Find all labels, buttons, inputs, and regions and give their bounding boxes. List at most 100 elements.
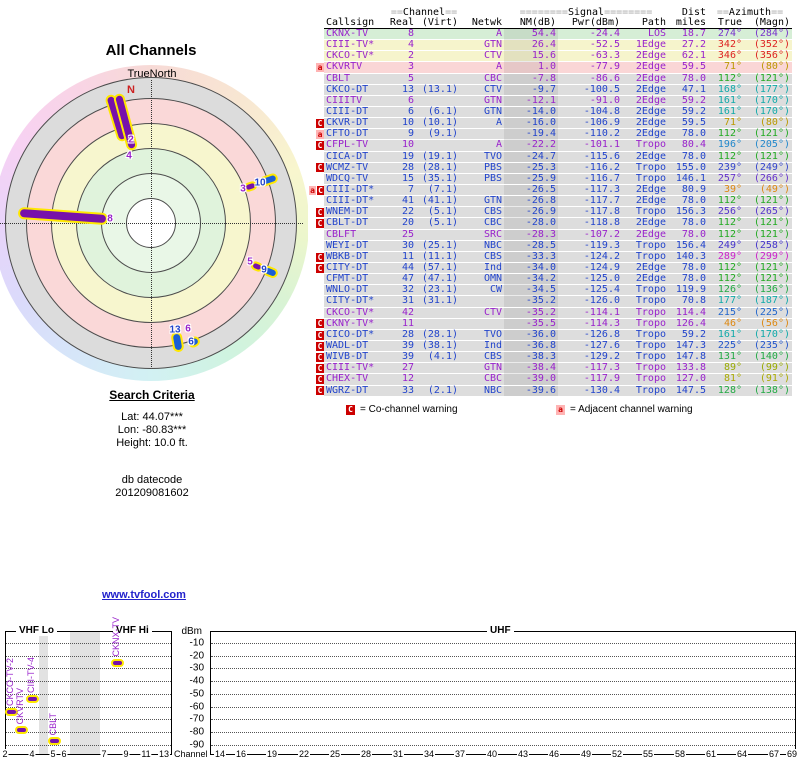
cell-callsign: WCMZ-TV: [326, 161, 369, 173]
cell-nm-db: -39.6: [504, 385, 558, 396]
criteria-lat: Lat: 44.07***: [121, 411, 183, 423]
cell-real: 6: [407, 105, 414, 117]
cell-pwr-dbm: -63.3: [589, 50, 620, 62]
cell-real: 44: [401, 261, 414, 273]
cell-real: 20: [401, 217, 414, 229]
channel-tick-label: 16: [234, 749, 248, 759]
co-channel-badge: C: [316, 341, 324, 351]
gridline: [211, 744, 795, 746]
co-channel-badge: C: [317, 185, 324, 195]
co-channel-badge: C: [316, 219, 324, 229]
adjacent-channel-badge: a: [316, 130, 324, 140]
channel-tick-label: 31: [391, 749, 405, 759]
cell-path: Tropo: [635, 339, 666, 351]
cell-callsign: WIVB-DT: [326, 351, 369, 363]
search-criteria: Search Criteria Lat: 44.07*** Lon: -80.8…: [52, 388, 252, 500]
cell-callsign: WNLO-DT: [326, 284, 369, 296]
cell-virt: (10.1): [421, 117, 458, 129]
cell-pwr-dbm: -118.8: [583, 217, 620, 229]
cell-virt: (23.1): [421, 284, 458, 296]
cell-virt: (25.1): [421, 239, 458, 251]
cell-real: 10: [401, 117, 414, 129]
co-channel-badge: C: [316, 363, 324, 373]
cell-azimuth-true: 239°: [717, 161, 742, 173]
warning-cell: [308, 240, 324, 252]
cell-nm-db: -14.0: [504, 106, 558, 118]
cell-netwk: CTV: [483, 50, 502, 62]
cell-real: 6: [407, 94, 414, 106]
cell-nm-db: -7.8: [504, 73, 558, 85]
warning-cell: a: [308, 62, 324, 73]
cell-path: Tropo: [635, 328, 666, 340]
channel-tick-label: 40: [485, 749, 499, 759]
cell-nm-db: -38.4: [504, 363, 558, 374]
cell-pwr-dbm: -117.3: [583, 362, 620, 374]
cell-azimuth-true: 196°: [717, 139, 742, 151]
cell-callsign: CFMT-DT: [326, 273, 369, 285]
cell-callsign: CICA-DT: [326, 150, 369, 162]
dbm-tick-label: -50: [189, 688, 204, 700]
co-channel-badge: C: [316, 118, 324, 128]
cell-netwk: CBS: [483, 206, 502, 218]
cell-path: LOS: [647, 28, 666, 39]
cell-azimuth-magn: (249°): [753, 161, 790, 173]
spectrum-marker: [48, 737, 61, 745]
cell-netwk: [460, 185, 504, 196]
cell-azimuth-true: 215°: [717, 306, 742, 318]
cell-azimuth-magn: (299°): [753, 250, 790, 262]
cell-callsign: CITY-DT: [326, 261, 369, 273]
cell-netwk: CTV: [483, 83, 502, 95]
cell-distance: 155.0: [675, 161, 706, 173]
gridline: [6, 744, 171, 746]
cell-distance: 27.2: [681, 39, 706, 51]
cell-path: Tropo: [635, 306, 666, 318]
cell-virt: (31.1): [421, 295, 458, 307]
cell-azimuth-magn: (121°): [753, 261, 790, 273]
cell-azimuth-true: 112°: [717, 128, 742, 140]
co-channel-badge: C: [316, 375, 324, 385]
cell-pwr-dbm: -101.1: [583, 139, 620, 151]
cell-path: 2Edge: [635, 72, 666, 84]
cell-azimuth-true: 256°: [717, 206, 742, 218]
cell-callsign: CIII-DT: [326, 105, 369, 117]
cell-pwr-dbm: -119.3: [583, 239, 620, 251]
channel-tick-label: 64: [735, 749, 749, 759]
cell-callsign: WNEM-DT: [326, 206, 369, 218]
cell-real: 39: [401, 351, 414, 363]
cell-real: 25: [401, 228, 414, 240]
gridline: [211, 655, 795, 657]
channel-tick-label: 52: [610, 749, 624, 759]
cell-pwr-dbm: -116.7: [583, 172, 620, 184]
tvfool-link[interactable]: www.tvfool.com: [102, 589, 186, 601]
cell-azimuth-magn: (80°): [759, 61, 790, 73]
cell-distance: 78.0: [681, 273, 706, 285]
cell-azimuth-magn: (205°): [753, 139, 790, 151]
cell-nm-db: -9.7: [504, 84, 558, 96]
cell-azimuth-true: 274°: [717, 28, 742, 39]
header-nm: NM(dB): [519, 17, 556, 28]
cell-azimuth-magn: (235°): [753, 339, 790, 351]
co-channel-badge: C: [316, 352, 324, 362]
cell-real: 32: [401, 284, 414, 296]
co-channel-badge: C: [316, 263, 324, 273]
cell-azimuth-magn: (121°): [753, 228, 790, 240]
warning-cell: C: [308, 318, 324, 330]
cell-nm-db: -35.2: [504, 296, 558, 307]
radar-marker-label: 5: [247, 256, 253, 268]
cell-path: Tropo: [635, 295, 666, 307]
cell-virt: [416, 74, 460, 85]
gridline: [6, 731, 171, 733]
cell-azimuth-magn: (121°): [753, 195, 790, 207]
cell-azimuth-true: 71°: [723, 61, 742, 73]
cell-azimuth-magn: (136°): [753, 284, 790, 296]
cell-virt: (9.1): [427, 128, 458, 140]
channel-tick-label: 11: [140, 749, 152, 759]
cell-pwr-dbm: -117.7: [583, 195, 620, 207]
channel-tick-label: 2: [1, 749, 9, 759]
gridline: [211, 681, 795, 683]
warning-cell: [308, 173, 324, 185]
warning-cell: [308, 229, 324, 241]
tvfool-report: 2 4 8 3 10 5 9 13 6 6 All Channels TrueNorth N Se…: [0, 0, 800, 768]
cell-real: 11: [401, 250, 414, 262]
dbm-tick-label: -60: [189, 701, 204, 712]
